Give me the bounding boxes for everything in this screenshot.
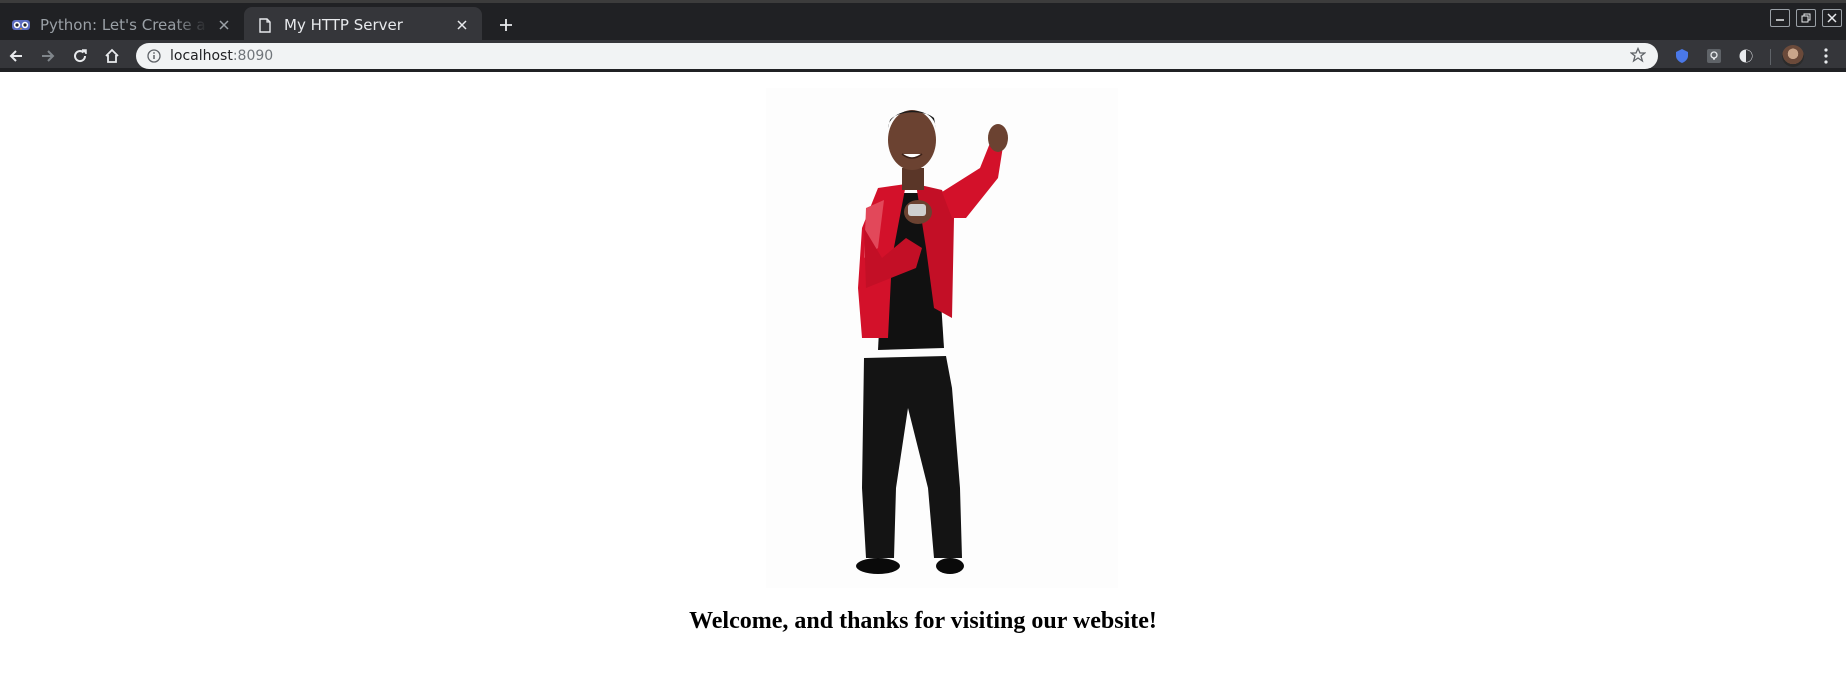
- page-heading: Welcome, and thanks for visiting our web…: [689, 608, 1157, 634]
- arrow-left-icon: [9, 50, 22, 62]
- close-icon[interactable]: [216, 17, 232, 33]
- close-icon: [1827, 13, 1837, 23]
- restore-button[interactable]: [1796, 9, 1816, 27]
- new-tab-button[interactable]: [492, 11, 520, 39]
- tab-title: My HTTP Server: [284, 16, 403, 34]
- forward-button[interactable]: [36, 44, 60, 68]
- home-icon: [105, 48, 119, 63]
- browser-toolbar: localhost:8090: [0, 40, 1846, 72]
- plus-icon: [500, 19, 512, 31]
- owl-icon: [12, 16, 30, 34]
- tab-strip: Python: Let's Create a Sim My HTTP Serve…: [0, 0, 1846, 43]
- kebab-menu-icon: [1824, 48, 1828, 64]
- menu-button[interactable]: [1814, 44, 1838, 68]
- url-host: localhost: [170, 48, 233, 64]
- window-controls: [1770, 9, 1842, 27]
- tab-python-tutorial[interactable]: Python: Let's Create a Sim: [0, 7, 244, 43]
- info-icon[interactable]: [146, 48, 162, 64]
- reload-icon: [74, 49, 87, 63]
- minimize-icon: [1776, 19, 1784, 21]
- close-icon[interactable]: [454, 17, 470, 33]
- extension-circle-icon[interactable]: [1736, 46, 1756, 66]
- minimize-button[interactable]: [1770, 9, 1790, 27]
- home-button[interactable]: [100, 44, 124, 68]
- tab-my-http-server[interactable]: My HTTP Server: [244, 7, 482, 43]
- bookmark-star-icon[interactable]: [1629, 46, 1648, 65]
- restore-icon: [1801, 13, 1811, 23]
- page-icon: [256, 16, 274, 34]
- profile-avatar[interactable]: [1782, 45, 1804, 67]
- page-content: Welcome, and thanks for visiting our web…: [0, 76, 1846, 673]
- back-button[interactable]: [4, 44, 28, 68]
- extension-shield-icon[interactable]: [1672, 46, 1692, 66]
- arrow-right-icon: [42, 50, 55, 62]
- address-bar[interactable]: localhost:8090: [136, 43, 1658, 69]
- url-port: :8090: [232, 48, 274, 64]
- tab-title: Python: Let's Create a Sim: [40, 16, 208, 34]
- dancing-man-image: [766, 88, 1118, 588]
- toolbar-separator: [1770, 49, 1771, 65]
- reload-button[interactable]: [68, 44, 92, 68]
- close-window-button[interactable]: [1822, 9, 1842, 27]
- extension-lightbulb-icon[interactable]: [1704, 46, 1724, 66]
